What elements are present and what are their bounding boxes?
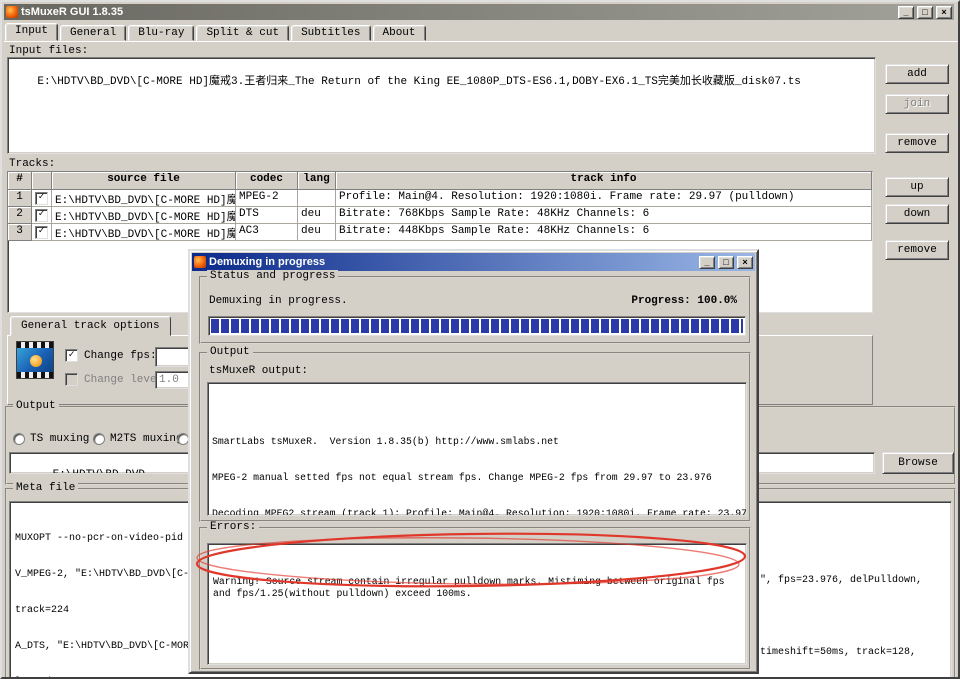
track-check-cell: ✓ (32, 224, 52, 241)
ts-muxing-label[interactable]: TS muxing (30, 433, 89, 445)
window-title: tsMuxeR GUI 1.8.35 (21, 6, 895, 18)
track-check-cell: ✓ (32, 190, 52, 207)
meta-text-right: ", fps=23.976, delPulldown, timeshift=50… (760, 521, 922, 679)
media-clip-icon (16, 341, 54, 379)
warning-text: Warning! Source stream contain irregular… (208, 568, 746, 608)
m2ts-muxing-label[interactable]: M2TS muxing (110, 433, 183, 445)
input-files-label: Input files: (9, 45, 88, 57)
header-num: # (8, 172, 32, 190)
track-row[interactable]: 2 ✓ E:\HDTV\BD_DVD\[C-MORE HD]魔戒… DTS de… (8, 207, 872, 224)
track-codec[interactable]: AC3 (236, 224, 298, 241)
row-number[interactable]: 1 (8, 190, 32, 207)
track-row[interactable]: 1 ✓ E:\HDTV\BD_DVD\[C-MORE HD]魔戒… MPEG-2… (8, 190, 872, 207)
header-check (32, 172, 52, 190)
track-source[interactable]: E:\HDTV\BD_DVD\[C-MORE HD]魔戒… (52, 224, 236, 241)
check-icon: ✓ (38, 210, 44, 220)
header-track-info: track info (336, 172, 872, 190)
dialog-close-icon[interactable]: × (737, 256, 753, 269)
track-down-button[interactable]: down (885, 204, 949, 224)
track-enabled-checkbox[interactable]: ✓ (35, 226, 48, 239)
tsmuxer-output-label: tsMuxeR output: (209, 365, 308, 377)
maximize-icon[interactable]: □ (917, 6, 933, 19)
tab-general[interactable]: General (60, 25, 126, 41)
tab-bluray[interactable]: Blu-ray (128, 25, 194, 41)
track-enabled-checkbox[interactable]: ✓ (35, 192, 48, 205)
tab-split-cut[interactable]: Split & cut (196, 25, 289, 41)
dialog-minimize-icon[interactable]: _ (699, 256, 715, 269)
errors-group: Errors: Warning! Source stream contain i… (199, 527, 751, 670)
track-codec[interactable]: DTS (236, 207, 298, 224)
errors-log[interactable]: Warning! Source stream contain irregular… (207, 543, 747, 665)
main-titlebar: tsMuxeR GUI 1.8.35 _ □ × (4, 4, 954, 20)
change-fps-label: Change fps: (84, 350, 157, 362)
header-lang: lang (298, 172, 336, 190)
tracks-label: Tracks: (9, 158, 55, 170)
track-source[interactable]: E:\HDTV\BD_DVD\[C-MORE HD]魔戒… (52, 207, 236, 224)
close-icon[interactable]: × (936, 6, 952, 19)
track-enabled-checkbox[interactable]: ✓ (35, 209, 48, 222)
track-row[interactable]: 3 ✓ E:\HDTV\BD_DVD\[C-MORE HD]魔戒… AC3 de… (8, 224, 872, 241)
demuxing-dialog: Demuxing in progress _ □ × Status and pr… (188, 249, 759, 674)
track-codec[interactable]: MPEG-2 (236, 190, 298, 207)
check-icon: ✓ (38, 193, 44, 203)
header-codec: codec (236, 172, 298, 190)
m2ts-muxing-radio[interactable] (93, 433, 105, 445)
input-file-path[interactable]: E:\HDTV\BD_DVD\[C-MORE HD]魔戒3.王者归来_The R… (37, 76, 801, 88)
join-button[interactable]: join (885, 94, 949, 114)
track-up-button[interactable]: up (885, 177, 949, 197)
dialog-output-group: Output tsMuxeR output: SmartLabs tsMuxeR… (199, 352, 751, 522)
status-text: Demuxing in progress. (209, 295, 348, 307)
status-group-label: Status and progress (207, 270, 338, 282)
log-lines: SmartLabs tsMuxeR. Version 1.8.35(b) htt… (208, 407, 746, 516)
errors-group-label: Errors: (207, 521, 259, 533)
progress-bar-fill (211, 319, 743, 333)
dialog-maximize-icon[interactable]: □ (718, 256, 734, 269)
progress-bar (208, 316, 746, 336)
header-source-file: source file (52, 172, 236, 190)
output-group-label: Output (13, 400, 59, 412)
check-icon: ✓ (38, 227, 44, 237)
track-info[interactable]: Profile: Main@4. Resolution: 1920:1080i.… (336, 190, 872, 207)
tsmuxer-output-log[interactable]: SmartLabs tsMuxeR. Version 1.8.35(b) htt… (207, 382, 747, 516)
check-icon: ✓ (68, 351, 74, 361)
track-lang[interactable] (298, 190, 336, 207)
tracks-table-header: # source file codec lang track info (8, 172, 872, 190)
tab-subtitles[interactable]: Subtitles (291, 25, 370, 41)
browse-button[interactable]: Browse (882, 452, 954, 474)
track-lang[interactable]: deu (298, 207, 336, 224)
track-source[interactable]: E:\HDTV\BD_DVD\[C-MORE HD]魔戒… (52, 190, 236, 207)
add-button[interactable]: add (885, 64, 949, 84)
progress-percent-label: Progress: 100.0% (631, 295, 737, 307)
tab-input[interactable]: Input (5, 23, 58, 41)
tab-general-track-options[interactable]: General track options (10, 316, 171, 336)
tab-about[interactable]: About (373, 25, 426, 41)
app-window: tsMuxeR GUI 1.8.35 _ □ × Input General B… (0, 0, 960, 679)
status-progress-group: Status and progress Demuxing in progress… (199, 276, 751, 344)
main-tab-bar: Input General Blu-ray Split & cut Subtit… (5, 23, 428, 41)
dialog-title: Demuxing in progress (209, 256, 696, 268)
minimize-icon[interactable]: _ (898, 6, 914, 19)
row-number[interactable]: 3 (8, 224, 32, 241)
change-fps-checkbox[interactable]: ✓ (65, 349, 78, 362)
track-info[interactable]: Bitrate: 448Kbps Sample Rate: 48KHz Chan… (336, 224, 872, 241)
track-check-cell: ✓ (32, 207, 52, 224)
dialog-icon (194, 256, 206, 268)
track-info[interactable]: Bitrate: 768Kbps Sample Rate: 48KHz Chan… (336, 207, 872, 224)
app-icon (6, 6, 18, 18)
change-level-checkbox[interactable] (65, 373, 78, 386)
ts-muxing-radio[interactable] (13, 433, 25, 445)
tab-divider (4, 41, 958, 42)
row-number[interactable]: 2 (8, 207, 32, 224)
input-files-list[interactable]: E:\HDTV\BD_DVD\[C-MORE HD]魔戒3.王者归来_The R… (7, 57, 876, 154)
track-lang[interactable]: deu (298, 224, 336, 241)
dialog-output-group-label: Output (207, 346, 253, 358)
dialog-titlebar: Demuxing in progress _ □ × (192, 253, 755, 271)
track-remove-button[interactable]: remove (885, 240, 949, 260)
remove-file-button[interactable]: remove (885, 133, 949, 153)
meta-file-label: Meta file (13, 482, 78, 494)
